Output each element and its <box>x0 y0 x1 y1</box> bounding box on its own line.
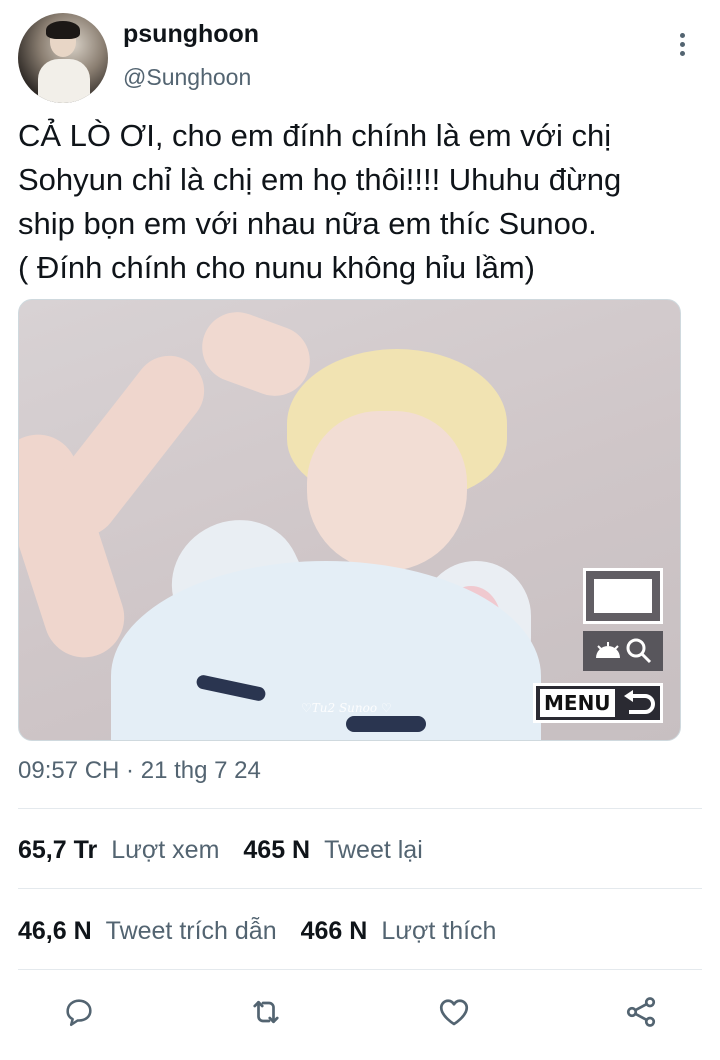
tweet-photo[interactable]: ♡Tu2 Sunoo ♡ MENU <box>18 299 681 741</box>
more-options-icon[interactable] <box>664 24 700 64</box>
more-dot <box>679 41 685 47</box>
divider <box>18 808 702 809</box>
share-icon[interactable] <box>619 990 663 1034</box>
photo-face-shape <box>307 411 467 571</box>
photo-watermark: ♡Tu2 Sunoo ♡ <box>301 701 392 715</box>
divider <box>18 888 702 889</box>
photo-plush-eye-right <box>346 716 426 732</box>
tweet-action-bar <box>0 990 720 1040</box>
likes-count[interactable]: 466 N <box>301 917 368 946</box>
likes-label[interactable]: Lượt thích <box>381 917 496 946</box>
divider <box>18 969 702 970</box>
display-name[interactable]: psunghoon <box>123 20 259 49</box>
like-icon[interactable] <box>432 990 476 1034</box>
camera-frame-icon <box>583 568 663 624</box>
camera-menu-label: MENU <box>540 689 615 717</box>
retweets-label[interactable]: Tweet lại <box>324 836 423 865</box>
retweets-count[interactable]: 465 N <box>243 836 310 865</box>
stats-row-views: 65,7 Tr Lượt xem 465 N Tweet lại <box>18 830 447 870</box>
avatar[interactable] <box>18 13 108 103</box>
photo-scene: ♡Tu2 Sunoo ♡ MENU <box>19 300 680 740</box>
camera-zoom-icon <box>583 631 663 671</box>
tweet-header: psunghoon @Sunghoon <box>0 0 720 110</box>
retweet-icon[interactable] <box>244 990 288 1034</box>
avatar-body-shape <box>38 59 90 103</box>
reply-icon[interactable] <box>57 990 101 1034</box>
camera-back-icon <box>623 690 655 714</box>
views-label: Lượt xem <box>111 835 220 864</box>
more-dot <box>679 50 685 56</box>
tweet-timestamp[interactable]: 09:57 CH · 21 thg 7 24 <box>18 757 261 785</box>
user-handle[interactable]: @Sunghoon <box>123 64 251 91</box>
camera-menu-button: MENU <box>533 683 663 723</box>
stats-row-engagement: 46,6 N Tweet trích dẫn 466 N Lượt thích <box>18 911 520 951</box>
avatar-hair-shape <box>46 21 80 39</box>
quotes-count[interactable]: 46,6 N <box>18 917 92 946</box>
views-count: 65,7 Tr <box>18 835 98 864</box>
quotes-label[interactable]: Tweet trích dẫn <box>106 917 277 946</box>
more-dot <box>679 32 685 38</box>
tweet-text: CẢ LÒ ƠI, cho em đính chính là em với ch… <box>18 118 622 285</box>
